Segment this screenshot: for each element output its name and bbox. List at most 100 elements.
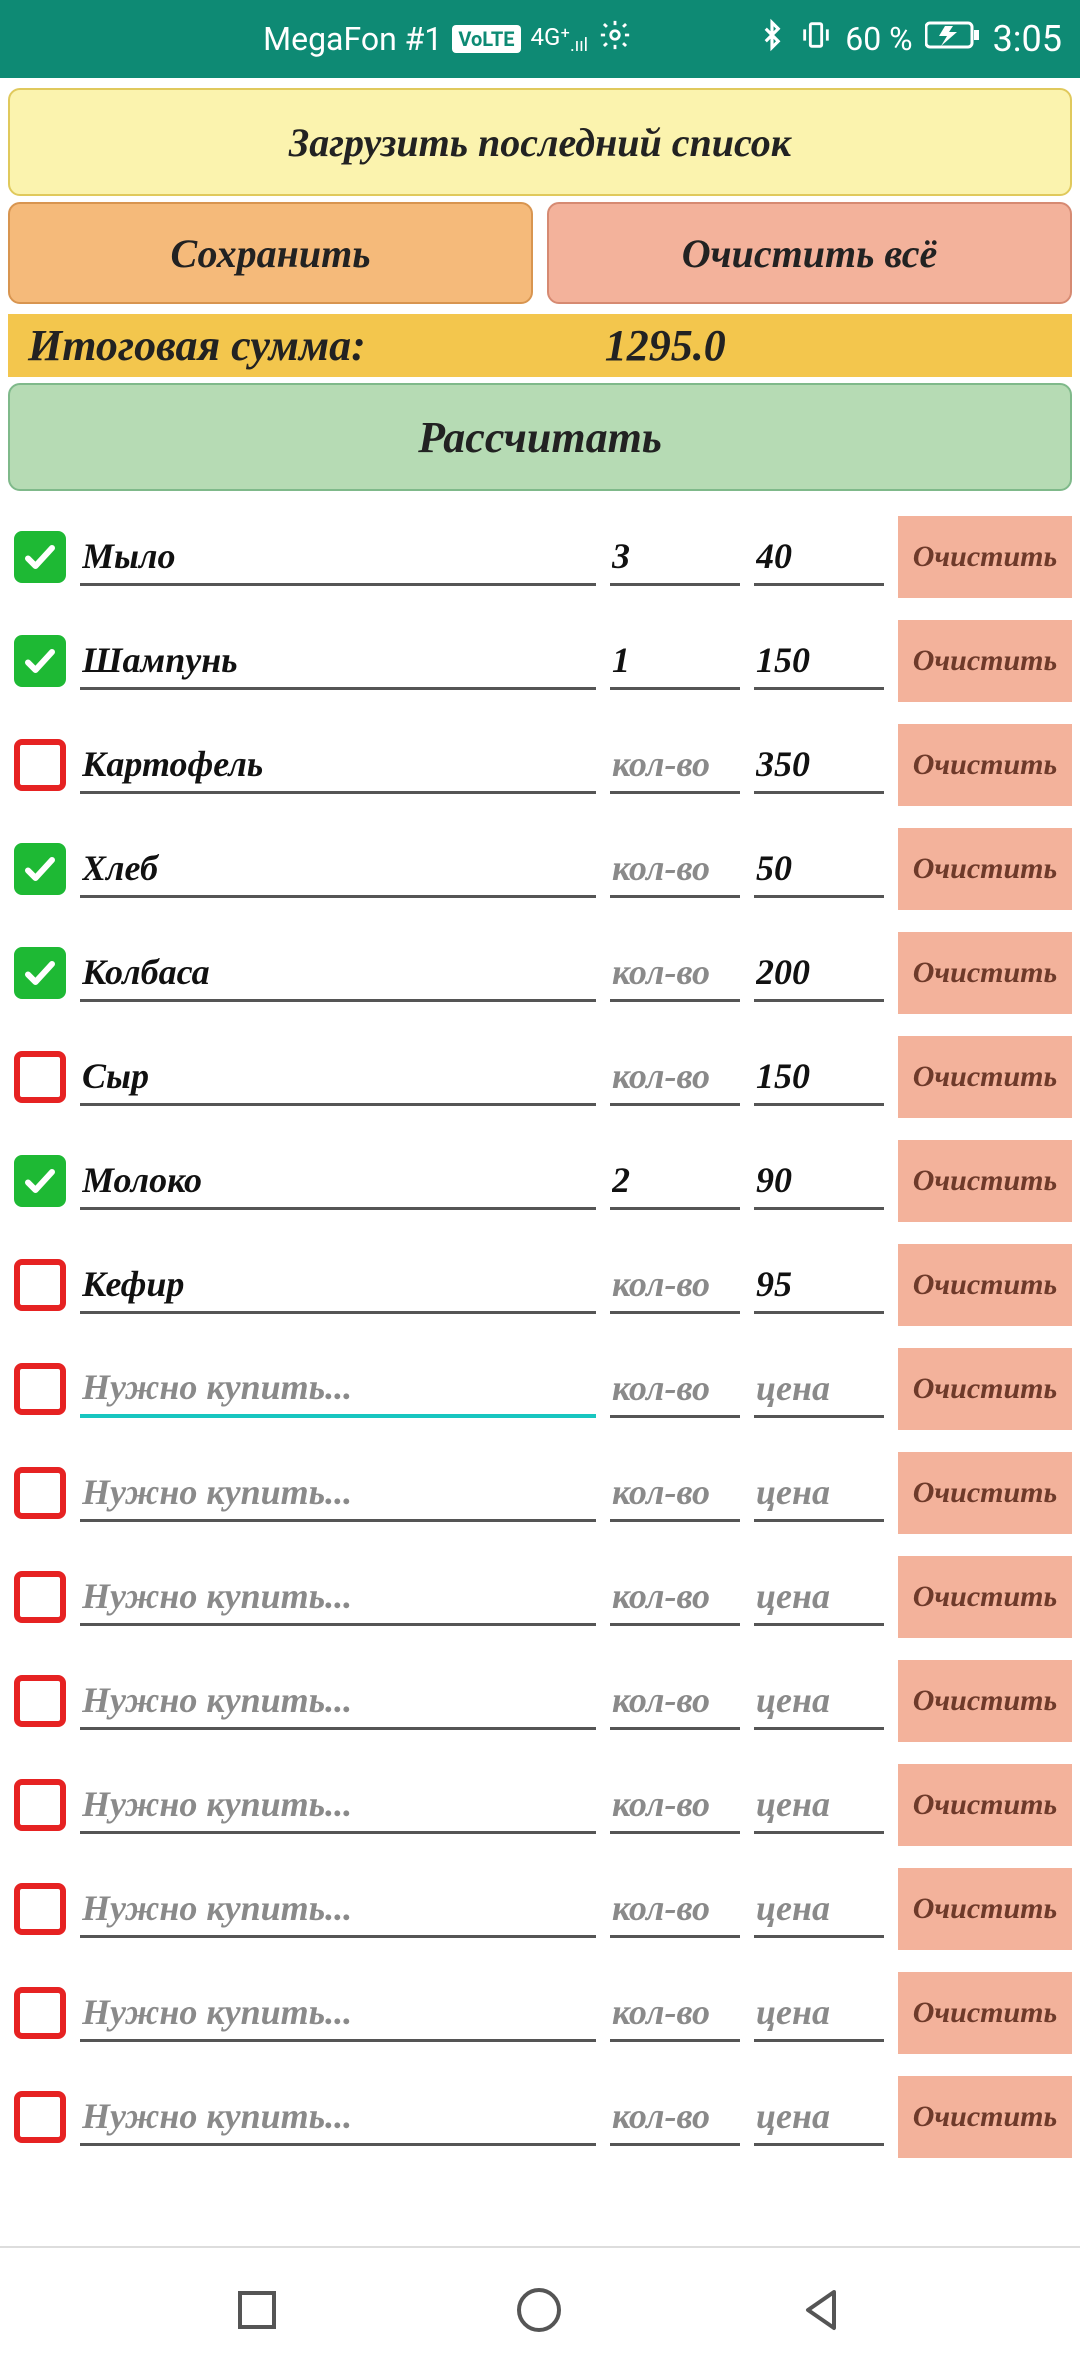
item-checkbox[interactable] (14, 1883, 66, 1935)
item-qty-input[interactable] (610, 1049, 740, 1106)
item-checkbox[interactable] (14, 531, 66, 583)
item-checkbox[interactable] (14, 1363, 66, 1415)
item-checkbox[interactable] (14, 1259, 66, 1311)
clear-row-button[interactable]: Очистить (898, 1452, 1072, 1534)
nav-back-icon[interactable] (798, 2286, 846, 2339)
item-name-input[interactable] (80, 2089, 596, 2146)
item-row: Очистить (8, 609, 1072, 713)
item-checkbox[interactable] (14, 1571, 66, 1623)
item-price-input[interactable] (754, 1153, 884, 1210)
item-price-input[interactable] (754, 2089, 884, 2146)
item-name-input[interactable] (80, 1049, 596, 1106)
item-checkbox[interactable] (14, 1779, 66, 1831)
clear-row-button[interactable]: Очистить (898, 1348, 1072, 1430)
item-price-input[interactable] (754, 1881, 884, 1938)
item-row: Очистить (8, 505, 1072, 609)
item-checkbox[interactable] (14, 1051, 66, 1103)
nav-recent-icon[interactable] (234, 2287, 280, 2338)
item-price-input[interactable] (754, 1361, 884, 1418)
item-name-input[interactable] (80, 1257, 596, 1314)
clear-row-button[interactable]: Очистить (898, 932, 1072, 1014)
nav-home-icon[interactable] (514, 2285, 564, 2340)
item-qty-input[interactable] (610, 1673, 740, 1730)
item-name-input[interactable] (80, 841, 596, 898)
item-price-input[interactable] (754, 841, 884, 898)
item-qty-input[interactable] (610, 1569, 740, 1626)
clear-row-button[interactable]: Очистить (898, 620, 1072, 702)
item-qty-input[interactable] (610, 633, 740, 690)
item-row: Очистить (8, 817, 1072, 921)
android-nav-bar (0, 2246, 1080, 2376)
item-price-input[interactable] (754, 633, 884, 690)
calculate-button[interactable]: Рассчитать (8, 383, 1072, 491)
item-qty-input[interactable] (610, 2089, 740, 2146)
item-name-input[interactable] (80, 1465, 596, 1522)
item-name-input[interactable] (80, 1777, 596, 1834)
item-qty-input[interactable] (610, 841, 740, 898)
item-checkbox[interactable] (14, 843, 66, 895)
clear-row-button[interactable]: Очистить (898, 1660, 1072, 1742)
item-row: Очистить (8, 1025, 1072, 1129)
item-name-input[interactable] (80, 945, 596, 1002)
item-checkbox[interactable] (14, 947, 66, 999)
item-price-input[interactable] (754, 1673, 884, 1730)
item-qty-input[interactable] (610, 737, 740, 794)
item-qty-input[interactable] (610, 1777, 740, 1834)
item-price-input[interactable] (754, 1985, 884, 2042)
item-price-input[interactable] (754, 1465, 884, 1522)
item-row: Очистить (8, 1129, 1072, 1233)
load-last-list-button[interactable]: Загрузить последний список (8, 88, 1072, 196)
item-row: Очистить (8, 713, 1072, 817)
clear-row-button[interactable]: Очистить (898, 1140, 1072, 1222)
item-qty-input[interactable] (610, 1881, 740, 1938)
clear-row-button[interactable]: Очистить (898, 1868, 1072, 1950)
clear-row-button[interactable]: Очистить (898, 516, 1072, 598)
item-name-input[interactable] (80, 1985, 596, 2042)
item-checkbox[interactable] (14, 1467, 66, 1519)
item-checkbox[interactable] (14, 739, 66, 791)
item-name-input[interactable] (80, 1881, 596, 1938)
item-qty-input[interactable] (610, 1257, 740, 1314)
clear-row-button[interactable]: Очистить (898, 1036, 1072, 1118)
item-qty-input[interactable] (610, 1465, 740, 1522)
gear-icon (598, 18, 632, 60)
item-qty-input[interactable] (610, 529, 740, 586)
clear-row-button[interactable]: Очистить (898, 1972, 1072, 2054)
item-name-input[interactable] (80, 737, 596, 794)
clear-row-button[interactable]: Очистить (898, 1244, 1072, 1326)
item-checkbox[interactable] (14, 2091, 66, 2143)
item-qty-input[interactable] (610, 1361, 740, 1418)
item-price-input[interactable] (754, 1569, 884, 1626)
item-qty-input[interactable] (610, 945, 740, 1002)
item-row: Очистить (8, 1337, 1072, 1441)
clear-row-button[interactable]: Очистить (898, 2076, 1072, 2158)
item-price-input[interactable] (754, 529, 884, 586)
item-checkbox[interactable] (14, 1675, 66, 1727)
item-price-input[interactable] (754, 1049, 884, 1106)
items-list: Очистить Очистить Очистить Очистить Очистить… (0, 505, 1080, 2169)
item-price-input[interactable] (754, 1777, 884, 1834)
item-name-input[interactable] (80, 1673, 596, 1730)
item-row: Очистить (8, 2065, 1072, 2169)
clear-row-button[interactable]: Очистить (898, 724, 1072, 806)
save-button[interactable]: Сохранить (8, 202, 533, 304)
item-qty-input[interactable] (610, 1153, 740, 1210)
item-name-input[interactable] (80, 1569, 596, 1626)
item-checkbox[interactable] (14, 635, 66, 687)
item-checkbox[interactable] (14, 1987, 66, 2039)
clear-all-button[interactable]: Очистить всё (547, 202, 1072, 304)
item-name-input[interactable] (80, 1360, 596, 1418)
item-checkbox[interactable] (14, 1155, 66, 1207)
item-price-input[interactable] (754, 737, 884, 794)
clear-row-button[interactable]: Очистить (898, 828, 1072, 910)
clear-row-button[interactable]: Очистить (898, 1556, 1072, 1638)
item-name-input[interactable] (80, 633, 596, 690)
clear-row-button[interactable]: Очистить (898, 1764, 1072, 1846)
item-name-input[interactable] (80, 529, 596, 586)
item-row: Очистить (8, 1753, 1072, 1857)
item-name-input[interactable] (80, 1153, 596, 1210)
item-qty-input[interactable] (610, 1985, 740, 2042)
item-price-input[interactable] (754, 1257, 884, 1314)
carrier-label: MegaFon #1 (263, 20, 442, 58)
item-price-input[interactable] (754, 945, 884, 1002)
